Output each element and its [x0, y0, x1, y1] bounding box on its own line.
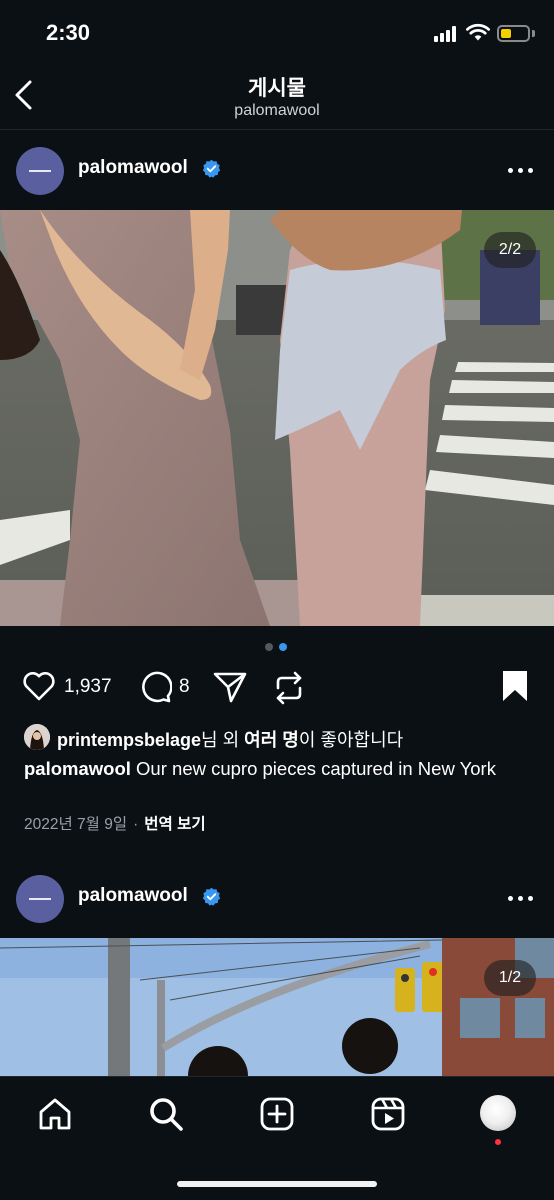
- plus-square-icon[interactable]: [258, 1095, 296, 1133]
- caption-text: Our new cupro pieces captured in New Yor…: [130, 758, 496, 779]
- profile-avatar[interactable]: [480, 1095, 516, 1131]
- home-icon[interactable]: [36, 1095, 74, 1133]
- carousel-dot-active: [279, 643, 287, 651]
- signal-icon: [434, 26, 460, 42]
- post-date: 2022년 7월 9일: [24, 816, 128, 833]
- bottom-navigation: [0, 1076, 554, 1200]
- bookmark-icon[interactable]: [501, 670, 529, 702]
- page-header: 게시물 palomawool: [0, 62, 554, 130]
- battery-icon: [497, 25, 530, 42]
- reels-icon[interactable]: [369, 1095, 407, 1133]
- likes-count[interactable]: 1,937: [64, 676, 112, 698]
- post-photo: [0, 210, 554, 626]
- comment-icon[interactable]: [138, 670, 172, 704]
- see-translation-link[interactable]: 번역 보기: [144, 816, 205, 833]
- post-username[interactable]: palomawool: [78, 157, 188, 179]
- post-caption: palomawool Our new cupro pieces captured…: [24, 756, 534, 781]
- post-meta: 2022년 7월 9일 · 번역 보기: [24, 816, 206, 833]
- liked-by-others[interactable]: 여러 명: [244, 730, 299, 750]
- avatar[interactable]: [16, 147, 64, 195]
- post-image[interactable]: 2/2: [0, 210, 554, 626]
- repost-icon[interactable]: [272, 670, 306, 706]
- search-icon[interactable]: [147, 1095, 185, 1133]
- verified-badge-icon: [202, 159, 221, 178]
- page-subtitle: palomawool: [234, 102, 320, 119]
- page-title: 게시물: [248, 77, 306, 100]
- comments-count[interactable]: 8: [179, 676, 190, 698]
- heart-icon[interactable]: [22, 670, 56, 702]
- notification-dot: [495, 1139, 501, 1145]
- carousel-counter: 2/2: [484, 232, 536, 268]
- status-bar: 2:30: [0, 0, 554, 62]
- verified-badge-icon: [202, 887, 221, 906]
- home-indicator: [177, 1181, 377, 1187]
- avatar[interactable]: [16, 875, 64, 923]
- liker-username[interactable]: printempsbelage: [57, 730, 201, 750]
- status-time: 2:30: [46, 20, 91, 45]
- post-header: palomawool: [0, 863, 554, 933]
- carousel-counter: 1/2: [484, 960, 536, 996]
- carousel-indicator: [265, 643, 291, 653]
- action-bar: 1,937 8: [0, 666, 554, 710]
- post-username[interactable]: palomawool: [78, 885, 188, 907]
- caption-username[interactable]: palomawool: [24, 758, 131, 779]
- liked-by-text: printempsbelage님 외 여러 명이 좋아합니다: [57, 730, 404, 750]
- wifi-icon: [466, 23, 490, 41]
- more-horizontal-icon[interactable]: [508, 161, 534, 181]
- more-horizontal-icon[interactable]: [508, 889, 534, 909]
- post-image[interactable]: 1/2: [0, 938, 554, 1076]
- post-header: palomawool: [0, 135, 554, 205]
- post-photo: [0, 938, 554, 1076]
- liker-avatar[interactable]: [24, 724, 50, 750]
- carousel-dot: [265, 643, 273, 651]
- send-icon[interactable]: [212, 670, 248, 704]
